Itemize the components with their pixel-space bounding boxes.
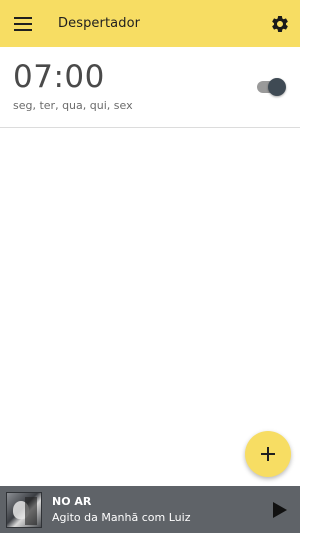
live-status: NO AR — [52, 494, 92, 508]
page-title: Despertador — [58, 16, 141, 31]
menu-icon — [14, 16, 32, 31]
alarm-item[interactable]: 07:00 seg, ter, qua, qui, sex — [0, 47, 300, 128]
now-playing: NO AR Agito da Manhã com Luiz — [52, 495, 260, 525]
toggle-thumb — [268, 78, 286, 96]
alarm-toggle[interactable] — [256, 78, 288, 96]
settings-button[interactable] — [260, 0, 300, 47]
app-bar: Despertador — [0, 0, 300, 47]
program-thumbnail — [6, 491, 42, 528]
plus-icon — [261, 447, 275, 461]
menu-button[interactable] — [0, 0, 46, 47]
play-button[interactable] — [260, 486, 300, 533]
play-icon — [273, 501, 287, 518]
program-title: Agito da Manhã com Luiz — [52, 510, 191, 524]
alarm-days: seg, ter, qua, qui, sex — [13, 99, 133, 112]
add-alarm-button[interactable] — [245, 431, 291, 477]
radio-player-bar[interactable]: NO AR Agito da Manhã com Luiz — [0, 486, 300, 533]
gear-icon — [272, 15, 288, 32]
alarm-time: 07:00 — [13, 59, 105, 95]
